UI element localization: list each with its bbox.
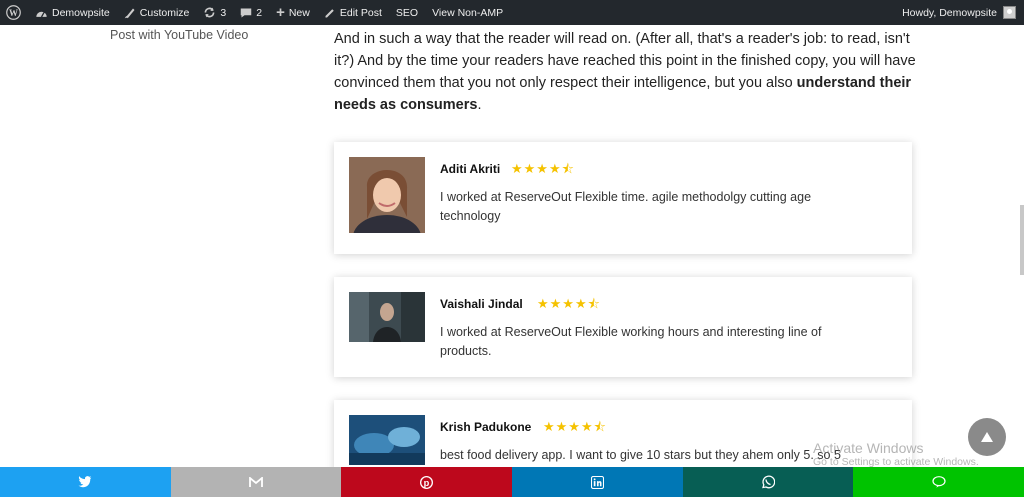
updates-icon [203,6,216,19]
brush-icon [124,7,136,19]
sidebar-post-link[interactable]: Post with YouTube Video [110,28,248,42]
review-card: Vaishali Jindal ★★★★⯪ I worked at Reserv… [334,277,912,377]
new-content-menu[interactable]: + New [269,0,317,25]
reviewer-photo [349,292,425,342]
reviewer-photo [349,157,425,233]
updates-count: 3 [220,6,227,19]
my-account-menu[interactable]: Howdy, Demowpsite [902,0,1016,25]
reviewer-photo [349,415,425,465]
star-rating: ★★★★⯪ [537,296,601,311]
view-non-amp-label: View Non-AMP [432,6,504,19]
site-name: Demowpsite [52,6,110,19]
review-text: I worked at ReserveOut Flexible time. ag… [440,190,812,223]
edit-post-label: Edit Post [339,6,382,19]
seo-menu[interactable]: SEO [389,0,425,25]
updates-link[interactable]: 3 [196,0,233,25]
customize-link[interactable]: Customize [117,0,197,25]
pinterest-icon: p [420,475,434,489]
customize-label: Customize [139,6,190,19]
review-text: I worked at ReserveOut Flexible working … [440,325,822,358]
twitter-share-button[interactable] [0,467,171,497]
dashboard-icon [35,7,48,19]
windows-activation-watermark: Activate Windows Go to Settings to activ… [813,440,979,468]
arrow-up-icon [981,432,993,442]
comments-link[interactable]: 2 [233,0,269,25]
scrollbar-thumb[interactable] [1020,205,1024,275]
seo-label: SEO [395,6,419,19]
whatsapp-share-button[interactable] [682,467,854,497]
pencil-icon [324,7,336,19]
star-rating: ★★★★⯪ [511,161,575,176]
star-rating: ★★★★⯪ [543,419,607,434]
scroll-to-top-button[interactable] [968,418,1006,456]
reviewer-name: Aditi Akriti [440,162,501,176]
howdy-text: Howdy, Demowpsite [902,6,997,19]
review-card: Aditi Akriti ★★★★⯪ I worked at ReserveOu… [334,142,912,254]
pinterest-share-button[interactable]: p [341,467,513,497]
twitter-icon [78,476,92,488]
gmail-share-button[interactable] [170,467,342,497]
wordpress-logo-icon[interactable]: W [0,0,28,25]
linkedin-share-button[interactable] [512,467,683,497]
reviewer-name: Vaishali Jindal [440,297,523,311]
comments-count: 2 [256,6,263,19]
wp-admin-bar: W Demowpsite Customize 3 2 + New Edit Po… [0,0,1024,25]
mail-icon [249,476,263,487]
line-share-button[interactable] [853,467,1024,497]
svg-text:W: W [9,8,18,18]
line-icon [932,476,946,488]
social-share-bar: p [0,467,1024,497]
reviewer-name: Krish Padukone [440,420,532,434]
edit-post-link[interactable]: Edit Post [317,0,389,25]
watermark-title: Activate Windows [813,440,924,456]
whatsapp-icon [762,475,776,489]
view-non-amp-link[interactable]: View Non-AMP [425,0,510,25]
article-body: And in such a way that the reader will r… [334,28,919,116]
review-text: best food delivery app. I want to give 1… [440,448,841,462]
comment-icon [240,7,252,19]
avatar [1003,6,1016,19]
site-name-menu[interactable]: Demowpsite [28,0,117,25]
new-label: New [288,6,310,19]
svg-text:p: p [424,477,430,487]
article-text-end: . [477,97,482,113]
plus-icon: + [276,4,285,21]
linkedin-icon [590,475,604,489]
